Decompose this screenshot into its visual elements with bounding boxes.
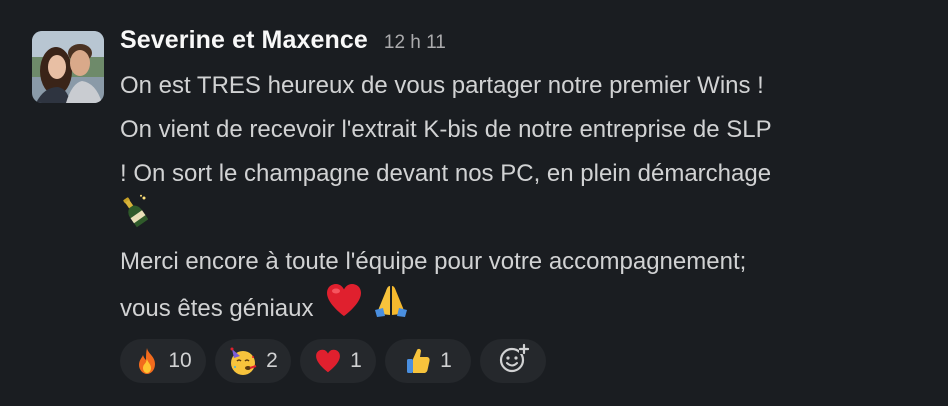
reaction-red-heart[interactable]: 1 [300, 339, 376, 383]
partying-face-icon [228, 346, 258, 376]
reaction-count: 10 [168, 349, 192, 372]
reaction-thumbs-up[interactable]: 1 [385, 339, 471, 383]
reaction-count: 1 [440, 349, 452, 372]
champagne-bottle-icon [120, 194, 149, 243]
message-line-text: vous êtes géniaux [120, 294, 314, 322]
red-heart-icon [324, 282, 364, 333]
author-name[interactable]: Severine et Maxence [120, 26, 368, 55]
red-heart-icon [314, 348, 342, 374]
message-body: On est TRES heureux de vous partager not… [120, 64, 920, 328]
reaction-count: 1 [350, 349, 362, 372]
message-line: On est TRES heureux de vous partager not… [120, 72, 764, 99]
message-content: Severine et Maxence 12 h 11 On est TRES … [120, 26, 920, 328]
message: Severine et Maxence 12 h 11 On est TRES … [0, 0, 948, 406]
folded-hands-icon [371, 282, 411, 333]
add-reaction-button[interactable] [480, 339, 546, 383]
message-line: Merci encore à toute l'équipe pour votre… [120, 248, 747, 275]
reactions-bar: 10 2 1 1 [120, 339, 546, 383]
thumbs-up-icon [404, 347, 432, 375]
fire-icon [134, 347, 160, 375]
avatar[interactable] [32, 31, 104, 103]
message-timestamp[interactable]: 12 h 11 [384, 32, 446, 54]
avatar-photo [32, 31, 104, 103]
message-line-emoji [120, 194, 920, 243]
message-header: Severine et Maxence 12 h 11 [120, 26, 920, 66]
reaction-partying-face[interactable]: 2 [215, 339, 291, 383]
message-line: ! On sort le champagne devant nos PC, en… [120, 160, 772, 187]
message-line: On vient de recevoir l'extrait K-bis de … [120, 116, 772, 143]
reaction-count: 2 [266, 349, 278, 372]
add-reaction-icon [497, 343, 530, 380]
message-line-with-emojis: vous êtes géniaux [120, 284, 920, 328]
reaction-fire[interactable]: 10 [120, 339, 206, 383]
